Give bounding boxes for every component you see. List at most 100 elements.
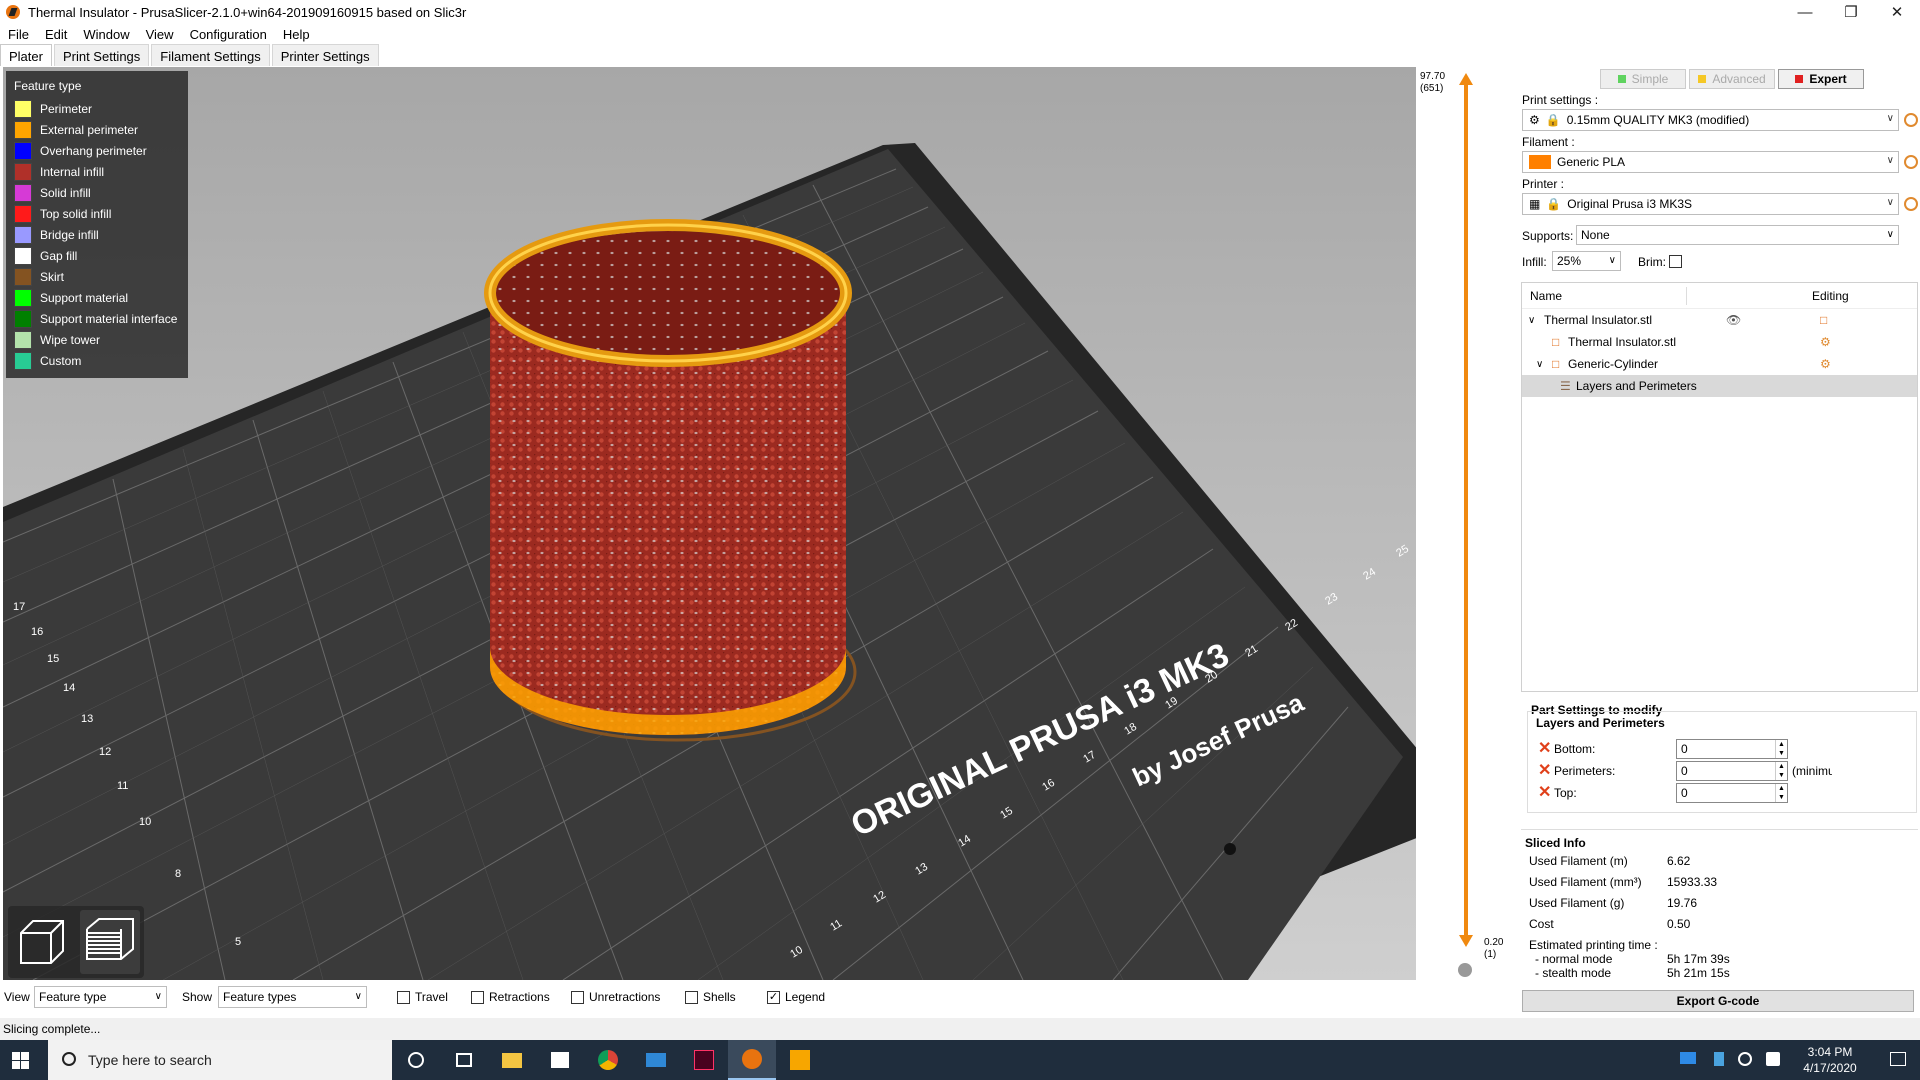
- tray-bluetooth-icon[interactable]: [1714, 1052, 1724, 1066]
- notifications-icon[interactable]: [1890, 1052, 1906, 1066]
- legend-item: Overhang perimeter: [14, 140, 180, 161]
- edit-print-settings-gear-icon[interactable]: [1904, 113, 1918, 127]
- expand-chevron-icon[interactable]: ∨: [1536, 359, 1543, 370]
- windows-start-icon[interactable]: [12, 1052, 29, 1069]
- infill-label: Infill:: [1522, 255, 1547, 269]
- layer-slider[interactable]: 97.70 (651) 0.20 (1): [1416, 67, 1516, 980]
- settings-gear-icon[interactable]: ⚙: [1820, 335, 1831, 349]
- export-gcode-button[interactable]: Export G-code: [1522, 990, 1914, 1012]
- close-button[interactable]: ✕: [1874, 0, 1920, 24]
- shells-checkbox[interactable]: Shells: [685, 990, 736, 1004]
- spin-arrows-icon[interactable]: ▲ ▼: [1775, 762, 1787, 780]
- file-explorer-icon[interactable]: [488, 1040, 536, 1080]
- taskbar-search-box[interactable]: Type here to search: [48, 1040, 392, 1080]
- indesign-icon[interactable]: [680, 1040, 728, 1080]
- menu-file[interactable]: File: [0, 27, 37, 42]
- expand-chevron-icon[interactable]: ∨: [1528, 315, 1535, 326]
- part-row[interactable]: □ Thermal Insulator.stl ⚙: [1522, 331, 1917, 353]
- settings-row[interactable]: ☰ Layers and Perimeters: [1522, 375, 1917, 397]
- retractions-label: Retractions: [489, 990, 550, 1004]
- microsoft-store-icon[interactable]: [536, 1040, 584, 1080]
- filament-value: Generic PLA: [1557, 155, 1626, 169]
- menu-window[interactable]: Window: [75, 27, 137, 42]
- brim-checkbox[interactable]: [1669, 255, 1682, 268]
- prusaslicer-taskbar-icon[interactable]: [728, 1040, 776, 1080]
- menu-bar: File Edit Window View Configuration Help: [0, 24, 318, 44]
- edit-filament-gear-icon[interactable]: [1904, 155, 1918, 169]
- maximize-button[interactable]: ❐: [1828, 0, 1874, 24]
- system-clock[interactable]: 3:04 PM 4/17/2020: [1792, 1044, 1868, 1076]
- menu-help[interactable]: Help: [275, 27, 318, 42]
- 3d-preview-canvas[interactable]: 17 16 15 14 13 12 11 10 8 5 10 11 12 13 …: [3, 67, 1416, 980]
- mail-icon[interactable]: [632, 1040, 680, 1080]
- object-row[interactable]: ∨ Thermal Insulator.stl 👁 □: [1522, 309, 1917, 331]
- tray-wifi-icon[interactable]: [1738, 1052, 1752, 1066]
- layer-slider-track[interactable]: [1464, 83, 1468, 941]
- minimize-button[interactable]: —: [1782, 0, 1828, 24]
- legend-swatch: [14, 309, 32, 328]
- preview-layers-button[interactable]: [80, 910, 140, 974]
- printer-combo[interactable]: ▦ 🔒 Original Prusa i3 MK3S ∨: [1522, 193, 1899, 215]
- perimeters-spinner[interactable]: 0 ▲ ▼: [1676, 761, 1788, 781]
- cost-value: 0.50: [1667, 917, 1691, 931]
- fusion-icon[interactable]: [776, 1040, 824, 1080]
- filament-combo[interactable]: Generic PLA ∨: [1522, 151, 1899, 173]
- travel-checkbox[interactable]: Travel: [397, 990, 448, 1004]
- search-icon: [62, 1052, 76, 1066]
- layer-slider-top-thumb[interactable]: [1459, 73, 1473, 85]
- eye-icon[interactable]: 👁: [1726, 313, 1741, 327]
- top-spinner[interactable]: 0 ▲ ▼: [1676, 783, 1788, 803]
- tab-filament-settings[interactable]: Filament Settings: [151, 44, 270, 66]
- spin-arrows-icon[interactable]: ▲ ▼: [1775, 740, 1787, 758]
- remove-bottom-icon[interactable]: ✕: [1538, 741, 1552, 757]
- menu-edit[interactable]: Edit: [37, 27, 75, 42]
- modifier-row[interactable]: ∨ □ Generic-Cylinder ⚙: [1522, 353, 1917, 375]
- legend-label: Perimeter: [40, 101, 93, 116]
- part-icon: □: [1552, 335, 1560, 349]
- supports-combo[interactable]: None ∨: [1576, 225, 1899, 245]
- windows-taskbar: Type here to search 3:04 PM 4/17/2020: [0, 1040, 1920, 1080]
- show-combo[interactable]: Feature types ∨: [218, 986, 367, 1008]
- tray-app-icon[interactable]: [1680, 1052, 1696, 1064]
- remove-perimeters-icon[interactable]: ✕: [1538, 763, 1552, 779]
- mode-simple-button[interactable]: Simple: [1600, 69, 1686, 89]
- menu-configuration[interactable]: Configuration: [182, 27, 275, 42]
- chevron-down-icon: ∨: [154, 991, 162, 1002]
- name-column-header[interactable]: Name: [1530, 289, 1562, 303]
- editing-column-header[interactable]: Editing: [1812, 289, 1849, 303]
- simple-mode-icon: [1617, 75, 1626, 83]
- advanced-mode-icon: [1698, 75, 1707, 83]
- settings-gear-icon[interactable]: ⚙: [1820, 357, 1831, 371]
- infill-combo[interactable]: 25% ∨: [1552, 251, 1621, 271]
- tray-volume-icon[interactable]: [1766, 1052, 1780, 1066]
- view-mode-toggle: [8, 906, 144, 978]
- legend-checkbox[interactable]: ✓ Legend: [767, 990, 825, 1004]
- menu-view[interactable]: View: [138, 27, 182, 42]
- tab-plater[interactable]: Plater: [0, 44, 52, 66]
- task-view-icon[interactable]: [440, 1040, 488, 1080]
- remove-top-icon[interactable]: ✕: [1538, 785, 1552, 801]
- unretractions-checkbox[interactable]: Unretractions: [571, 990, 660, 1004]
- chrome-icon[interactable]: [584, 1040, 632, 1080]
- mode-advanced-button[interactable]: Advanced: [1689, 69, 1775, 89]
- bottom-spinner[interactable]: 0 ▲ ▼: [1676, 739, 1788, 759]
- used-filament-g-label: Used Filament (g): [1529, 896, 1625, 910]
- retractions-checkbox[interactable]: Retractions: [471, 990, 550, 1004]
- filament-label: Filament :: [1522, 135, 1575, 149]
- object-list: Name Editing ∨ Thermal Insulator.stl 👁 □…: [1521, 282, 1918, 692]
- add-part-icon[interactable]: □: [1820, 313, 1827, 327]
- tab-print-settings[interactable]: Print Settings: [53, 44, 150, 66]
- chevron-down-icon: ∨: [1886, 229, 1894, 240]
- view-type-combo[interactable]: Feature type ∨: [34, 986, 167, 1008]
- edit-printer-gear-icon[interactable]: [1904, 197, 1918, 211]
- cortana-icon[interactable]: [392, 1040, 440, 1080]
- tab-printer-settings[interactable]: Printer Settings: [271, 44, 379, 66]
- 3d-view-button[interactable]: [12, 910, 72, 974]
- legend-label: Support material interface: [40, 311, 178, 326]
- print-settings-combo[interactable]: ⚙ 🔒 0.15mm QUALITY MK3 (modified) ∨: [1522, 109, 1899, 131]
- legend-item: Perimeter: [14, 98, 180, 119]
- layer-slider-bottom-thumb[interactable]: [1459, 935, 1473, 947]
- mode-expert-button[interactable]: Expert: [1778, 69, 1864, 89]
- spin-arrows-icon[interactable]: ▲ ▼: [1775, 784, 1787, 802]
- one-layer-lock-icon[interactable]: [1458, 963, 1472, 977]
